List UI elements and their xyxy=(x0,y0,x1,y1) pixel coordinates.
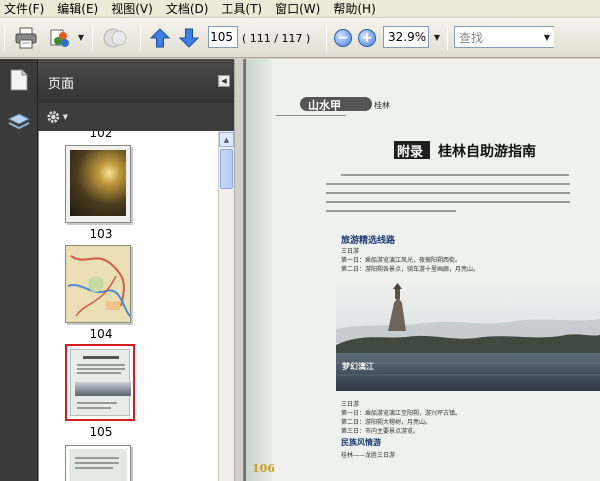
pages-panel: 页面 ◀ ▼ 102 103 104 105 ▲ xyxy=(38,59,234,481)
menu-document[interactable]: 文档(D) xyxy=(166,0,209,17)
menu-tools[interactable]: 工具(T) xyxy=(221,0,262,17)
page-heading: 桂林自助游指南 xyxy=(438,144,536,160)
thumbnail-page-selected[interactable] xyxy=(65,344,135,421)
section-route-subtitle: 三日游 xyxy=(341,248,360,255)
thumbnail-list: 102 103 104 105 xyxy=(38,131,218,481)
arrow-down-icon xyxy=(179,28,199,48)
zoom-dropdown[interactable]: ▼ xyxy=(430,27,444,47)
thumbnail-page[interactable] xyxy=(65,245,131,323)
tour-day3: 第三日：市内主要景点游览。 xyxy=(341,428,420,435)
folk-subtitle: 桂林——龙胜三日游 xyxy=(341,452,396,459)
page-icon xyxy=(10,69,28,91)
menu-help[interactable]: 帮助(H) xyxy=(333,0,375,17)
thumbnail-label: 103 xyxy=(89,227,113,241)
search-input[interactable]: 查找 xyxy=(454,26,554,48)
toolbar-separator xyxy=(447,25,448,51)
pages-panel-toolbar: ▼ xyxy=(38,103,234,131)
options-button[interactable]: ▼ xyxy=(46,108,68,126)
thumbnail-page[interactable] xyxy=(65,145,131,223)
toolbar-separator xyxy=(140,25,141,51)
layers-icon xyxy=(8,113,30,130)
thumbnail-image xyxy=(70,150,126,216)
panel-splitter[interactable] xyxy=(234,59,244,481)
menu-edit[interactable]: 编辑(E) xyxy=(57,0,98,17)
previous-page-button[interactable] xyxy=(148,26,172,50)
map-image xyxy=(66,246,130,322)
menu-bar: 文件(F) 编辑(E) 视图(V) 文档(D) 工具(T) 窗口(W) 帮助(H… xyxy=(0,0,600,18)
printer-icon xyxy=(15,27,37,49)
route-day1: 第一日：乘船游览漓江风光，夜宿阳朔西街。 xyxy=(341,257,462,264)
chevron-down-icon: ▼ xyxy=(62,113,68,121)
landscape-photo xyxy=(336,283,600,391)
page-spine xyxy=(246,59,272,481)
print-button[interactable] xyxy=(12,26,40,50)
menu-view[interactable]: 视图(V) xyxy=(111,0,153,17)
pages-panel-header: 页面 ◀ xyxy=(38,59,234,103)
thumbnail-label: 104 xyxy=(89,327,113,341)
layers-nav-button[interactable] xyxy=(6,109,32,135)
section-tour3-title: 三日游 xyxy=(341,401,360,408)
search-dropdown[interactable]: ▼ xyxy=(540,27,554,47)
toolbar-separator xyxy=(92,25,93,51)
gear-icon xyxy=(47,111,60,123)
zoom-out-button[interactable]: − xyxy=(333,26,353,50)
review-disabled-icon xyxy=(103,28,127,48)
zoom-level-input[interactable]: 32.9% xyxy=(383,26,429,48)
series-title: 山水甲 xyxy=(308,99,341,112)
document-page: 山水甲 桂林 附录 桂林自助游指南 旅游精选线路 三日游 第一日：乘船游览漓江风… xyxy=(246,59,600,481)
thumbnail-image xyxy=(69,449,127,481)
toolbar-grip xyxy=(4,25,5,51)
route-day2: 第二日：游阳朔各景点，骑车游十里画廊，月亮山。 xyxy=(341,266,480,273)
collaborate-dropdown[interactable]: ▼ xyxy=(74,27,88,47)
thumbnail-image xyxy=(70,349,131,416)
next-page-button[interactable] xyxy=(177,26,201,50)
thumbnail-label: 105 xyxy=(89,425,113,439)
collaborate-icon xyxy=(50,29,69,47)
arrow-up-icon xyxy=(150,28,170,48)
plus-icon: + xyxy=(358,29,376,47)
thumbnail-scrollbar[interactable]: ▲ xyxy=(218,131,234,481)
thumbnail-label: 102 xyxy=(89,131,113,140)
section-folk-title: 民族风情游 xyxy=(341,437,381,447)
appendix-tag: 附录 xyxy=(397,145,424,160)
minus-icon: − xyxy=(334,29,352,47)
navigation-strip xyxy=(0,59,38,481)
tour-day1: 第一日：乘船游览漓江至阳朔，游兴坪古镇。 xyxy=(341,410,462,417)
pages-nav-button[interactable] xyxy=(6,67,32,93)
scroll-up-button[interactable]: ▲ xyxy=(219,132,234,147)
pages-panel-title: 页面 xyxy=(48,77,75,92)
collapse-panel-button[interactable]: ◀ xyxy=(218,75,230,87)
toolbar-separator xyxy=(326,25,327,51)
document-view[interactable]: 山水甲 桂林 附录 桂林自助游指南 旅游精选线路 三日游 第一日：乘船游览漓江风… xyxy=(244,59,600,481)
menu-window[interactable]: 窗口(W) xyxy=(275,0,320,17)
tour-day2: 第二日：游阳朔大榕树，月亮山。 xyxy=(341,419,432,426)
printed-page-number: 106 xyxy=(252,462,275,475)
series-subtitle: 桂林 xyxy=(374,101,390,110)
toolbar: ▼ 105 ( 111 / 117 ) − + 32.9% ▼ 查找 ▼ xyxy=(0,18,600,58)
section-route-title: 旅游精选线路 xyxy=(341,236,396,246)
scrollbar-thumb[interactable] xyxy=(220,149,233,189)
review-button[interactable] xyxy=(100,26,130,50)
photo-caption: 梦幻漓江 xyxy=(342,361,374,371)
menu-file[interactable]: 文件(F) xyxy=(4,0,44,17)
page-count-label: ( 111 / 117 ) xyxy=(242,31,311,45)
thumbnail-page[interactable] xyxy=(65,445,131,481)
page-number-input[interactable]: 105 xyxy=(208,26,238,48)
collaborate-button[interactable] xyxy=(46,26,74,50)
zoom-in-button[interactable]: + xyxy=(357,26,377,50)
